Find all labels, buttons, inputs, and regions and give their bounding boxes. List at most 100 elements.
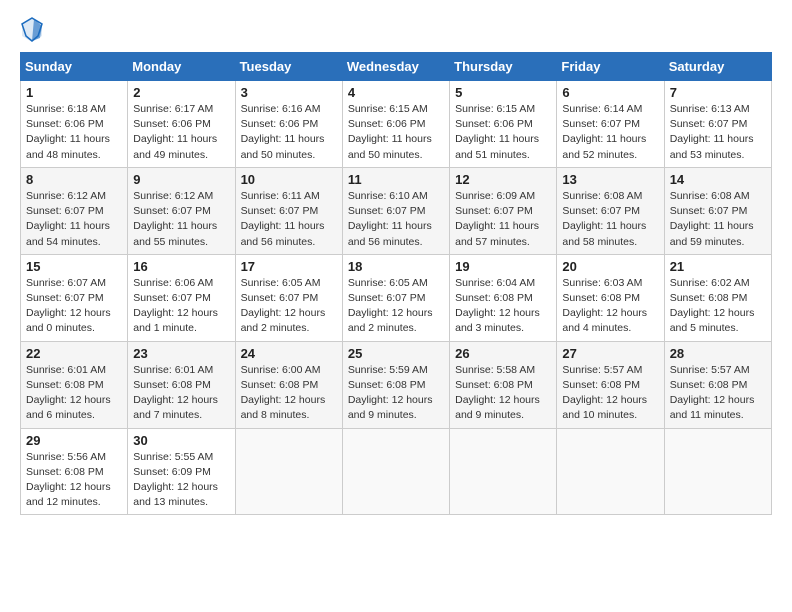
calendar-cell: 27 Sunrise: 5:57 AM Sunset: 6:08 PM Dayl… [557,341,664,428]
calendar-cell: 16 Sunrise: 6:06 AM Sunset: 6:07 PM Dayl… [128,254,235,341]
calendar-cell [342,428,449,515]
day-number: 14 [670,172,766,187]
calendar-cell: 4 Sunrise: 6:15 AM Sunset: 6:06 PM Dayli… [342,81,449,168]
calendar-cell: 5 Sunrise: 6:15 AM Sunset: 6:06 PM Dayli… [450,81,557,168]
logo [20,16,46,44]
day-info: Sunrise: 6:07 AM Sunset: 6:07 PM Dayligh… [26,276,122,337]
day-info: Sunrise: 6:09 AM Sunset: 6:07 PM Dayligh… [455,189,551,250]
day-info: Sunrise: 6:12 AM Sunset: 6:07 PM Dayligh… [133,189,229,250]
day-number: 17 [241,259,337,274]
calendar-cell: 17 Sunrise: 6:05 AM Sunset: 6:07 PM Dayl… [235,254,342,341]
day-info: Sunrise: 6:15 AM Sunset: 6:06 PM Dayligh… [348,102,444,163]
calendar-cell [235,428,342,515]
weekday-header-tuesday: Tuesday [235,53,342,81]
calendar-table: SundayMondayTuesdayWednesdayThursdayFrid… [20,52,772,515]
day-info: Sunrise: 5:57 AM Sunset: 6:08 PM Dayligh… [670,363,766,424]
day-info: Sunrise: 5:58 AM Sunset: 6:08 PM Dayligh… [455,363,551,424]
day-info: Sunrise: 6:01 AM Sunset: 6:08 PM Dayligh… [26,363,122,424]
weekday-header-monday: Monday [128,53,235,81]
day-number: 6 [562,85,658,100]
calendar-cell: 23 Sunrise: 6:01 AM Sunset: 6:08 PM Dayl… [128,341,235,428]
day-number: 11 [348,172,444,187]
calendar-cell: 12 Sunrise: 6:09 AM Sunset: 6:07 PM Dayl… [450,167,557,254]
week-row-1: 1 Sunrise: 6:18 AM Sunset: 6:06 PM Dayli… [21,81,772,168]
calendar-cell: 29 Sunrise: 5:56 AM Sunset: 6:08 PM Dayl… [21,428,128,515]
calendar-cell: 15 Sunrise: 6:07 AM Sunset: 6:07 PM Dayl… [21,254,128,341]
day-number: 29 [26,433,122,448]
day-info: Sunrise: 6:13 AM Sunset: 6:07 PM Dayligh… [670,102,766,163]
day-info: Sunrise: 5:59 AM Sunset: 6:08 PM Dayligh… [348,363,444,424]
week-row-2: 8 Sunrise: 6:12 AM Sunset: 6:07 PM Dayli… [21,167,772,254]
day-info: Sunrise: 6:01 AM Sunset: 6:08 PM Dayligh… [133,363,229,424]
week-row-4: 22 Sunrise: 6:01 AM Sunset: 6:08 PM Dayl… [21,341,772,428]
calendar-cell [664,428,771,515]
day-number: 26 [455,346,551,361]
weekday-header-wednesday: Wednesday [342,53,449,81]
day-number: 5 [455,85,551,100]
calendar-cell: 20 Sunrise: 6:03 AM Sunset: 6:08 PM Dayl… [557,254,664,341]
calendar-cell: 2 Sunrise: 6:17 AM Sunset: 6:06 PM Dayli… [128,81,235,168]
day-info: Sunrise: 6:08 AM Sunset: 6:07 PM Dayligh… [562,189,658,250]
day-info: Sunrise: 6:05 AM Sunset: 6:07 PM Dayligh… [348,276,444,337]
page-header [20,16,772,44]
week-row-5: 29 Sunrise: 5:56 AM Sunset: 6:08 PM Dayl… [21,428,772,515]
day-info: Sunrise: 5:57 AM Sunset: 6:08 PM Dayligh… [562,363,658,424]
calendar-header-row: SundayMondayTuesdayWednesdayThursdayFrid… [21,53,772,81]
day-number: 20 [562,259,658,274]
day-info: Sunrise: 6:05 AM Sunset: 6:07 PM Dayligh… [241,276,337,337]
day-number: 9 [133,172,229,187]
day-info: Sunrise: 5:56 AM Sunset: 6:08 PM Dayligh… [26,450,122,511]
day-number: 8 [26,172,122,187]
calendar-cell: 7 Sunrise: 6:13 AM Sunset: 6:07 PM Dayli… [664,81,771,168]
day-info: Sunrise: 6:12 AM Sunset: 6:07 PM Dayligh… [26,189,122,250]
calendar-cell: 19 Sunrise: 6:04 AM Sunset: 6:08 PM Dayl… [450,254,557,341]
week-row-3: 15 Sunrise: 6:07 AM Sunset: 6:07 PM Dayl… [21,254,772,341]
day-info: Sunrise: 6:03 AM Sunset: 6:08 PM Dayligh… [562,276,658,337]
calendar-cell [450,428,557,515]
day-number: 25 [348,346,444,361]
weekday-header-sunday: Sunday [21,53,128,81]
day-info: Sunrise: 6:10 AM Sunset: 6:07 PM Dayligh… [348,189,444,250]
day-number: 12 [455,172,551,187]
day-info: Sunrise: 6:14 AM Sunset: 6:07 PM Dayligh… [562,102,658,163]
weekday-header-saturday: Saturday [664,53,771,81]
day-number: 24 [241,346,337,361]
day-number: 4 [348,85,444,100]
day-number: 18 [348,259,444,274]
calendar-cell: 6 Sunrise: 6:14 AM Sunset: 6:07 PM Dayli… [557,81,664,168]
calendar-cell: 28 Sunrise: 5:57 AM Sunset: 6:08 PM Dayl… [664,341,771,428]
weekday-header-thursday: Thursday [450,53,557,81]
day-info: Sunrise: 6:16 AM Sunset: 6:06 PM Dayligh… [241,102,337,163]
calendar-cell: 14 Sunrise: 6:08 AM Sunset: 6:07 PM Dayl… [664,167,771,254]
day-number: 10 [241,172,337,187]
day-number: 19 [455,259,551,274]
day-number: 15 [26,259,122,274]
calendar-cell: 3 Sunrise: 6:16 AM Sunset: 6:06 PM Dayli… [235,81,342,168]
day-info: Sunrise: 6:08 AM Sunset: 6:07 PM Dayligh… [670,189,766,250]
calendar-cell: 22 Sunrise: 6:01 AM Sunset: 6:08 PM Dayl… [21,341,128,428]
day-number: 13 [562,172,658,187]
weekday-header-friday: Friday [557,53,664,81]
calendar-cell: 18 Sunrise: 6:05 AM Sunset: 6:07 PM Dayl… [342,254,449,341]
day-number: 3 [241,85,337,100]
day-number: 2 [133,85,229,100]
calendar-cell: 26 Sunrise: 5:58 AM Sunset: 6:08 PM Dayl… [450,341,557,428]
calendar-cell: 11 Sunrise: 6:10 AM Sunset: 6:07 PM Dayl… [342,167,449,254]
day-info: Sunrise: 6:04 AM Sunset: 6:08 PM Dayligh… [455,276,551,337]
calendar-cell: 13 Sunrise: 6:08 AM Sunset: 6:07 PM Dayl… [557,167,664,254]
day-number: 30 [133,433,229,448]
day-number: 21 [670,259,766,274]
calendar-cell: 24 Sunrise: 6:00 AM Sunset: 6:08 PM Dayl… [235,341,342,428]
day-info: Sunrise: 5:55 AM Sunset: 6:09 PM Dayligh… [133,450,229,511]
day-info: Sunrise: 6:17 AM Sunset: 6:06 PM Dayligh… [133,102,229,163]
calendar-cell: 25 Sunrise: 5:59 AM Sunset: 6:08 PM Dayl… [342,341,449,428]
day-number: 7 [670,85,766,100]
day-info: Sunrise: 6:00 AM Sunset: 6:08 PM Dayligh… [241,363,337,424]
day-info: Sunrise: 6:06 AM Sunset: 6:07 PM Dayligh… [133,276,229,337]
calendar-cell: 30 Sunrise: 5:55 AM Sunset: 6:09 PM Dayl… [128,428,235,515]
calendar-cell: 21 Sunrise: 6:02 AM Sunset: 6:08 PM Dayl… [664,254,771,341]
calendar-cell: 9 Sunrise: 6:12 AM Sunset: 6:07 PM Dayli… [128,167,235,254]
calendar-cell: 8 Sunrise: 6:12 AM Sunset: 6:07 PM Dayli… [21,167,128,254]
day-number: 23 [133,346,229,361]
logo-icon [20,16,44,44]
